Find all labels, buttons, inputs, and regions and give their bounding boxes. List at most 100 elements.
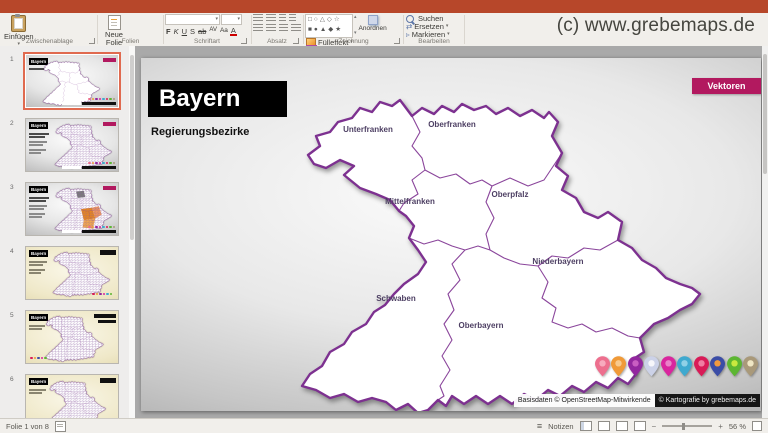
attribution-carto: © Kartografie by grebemaps.de bbox=[655, 394, 760, 407]
map-pin bbox=[727, 356, 742, 377]
ribbon-group-drawing: □○△◇☆ ■●▲◆★ ▴ ▾ Anordnen Fülleffekt▾ For… bbox=[305, 14, 402, 45]
slide-number: 3 bbox=[10, 184, 14, 191]
watermark-text: (c) www.grebemaps.de bbox=[557, 15, 755, 37]
slide-number: 4 bbox=[10, 248, 14, 255]
spellcheck-icon[interactable] bbox=[55, 421, 66, 432]
ribbon-group-editing: Suchen ⇄Ersetzen▾ ▹Markieren▾ Bearbeiten bbox=[406, 14, 462, 45]
chevron-down-icon: ▾ bbox=[446, 24, 449, 29]
reading-view-icon[interactable] bbox=[616, 421, 628, 431]
map-attribution: Basisdaten © OpenStreetMap-Mitwirkende ©… bbox=[514, 394, 760, 407]
map-pin bbox=[710, 356, 725, 377]
editor-scrollbar[interactable] bbox=[762, 46, 768, 418]
shapes-row: ■●▲◆★ bbox=[308, 25, 350, 35]
select-button[interactable]: ▹Markieren▾ bbox=[406, 31, 450, 38]
map-pin bbox=[611, 356, 626, 377]
indent-decrease-icon[interactable] bbox=[279, 14, 286, 21]
region-label: Oberpfalz bbox=[492, 190, 529, 199]
slide-counter: Folie 1 von 8 bbox=[6, 422, 49, 431]
find-button[interactable]: Suchen bbox=[406, 15, 450, 22]
zoom-in-button[interactable]: + bbox=[718, 422, 723, 431]
arrange-button[interactable]: Anordnen bbox=[359, 14, 387, 34]
slide-thumbnail-3[interactable]: Bayern bbox=[26, 183, 118, 235]
thumb-map bbox=[48, 380, 106, 418]
font-name-combobox[interactable]: ▾ bbox=[165, 14, 220, 25]
slide-thumbnail-6[interactable]: Bayern bbox=[26, 375, 118, 418]
thumb-title: Bayern bbox=[29, 186, 48, 193]
slide-thumbnail-2[interactable]: Bayern bbox=[26, 119, 118, 171]
zoom-out-button[interactable]: − bbox=[652, 422, 657, 431]
slide-sorter-view-icon[interactable] bbox=[598, 421, 610, 431]
region-label: Unterfranken bbox=[343, 125, 393, 134]
character-spacing-button[interactable]: AV bbox=[208, 27, 218, 36]
map-pin bbox=[743, 356, 758, 377]
zoom-slider[interactable] bbox=[662, 425, 712, 427]
slide-thumbnail-4[interactable]: Bayern bbox=[26, 247, 118, 299]
slide-number: 6 bbox=[10, 376, 14, 383]
slide-subtitle[interactable]: Regierungsbezirke bbox=[151, 126, 249, 138]
change-case-button[interactable]: Aa bbox=[219, 27, 229, 36]
bullets-icon[interactable] bbox=[253, 14, 263, 21]
justify-icon[interactable] bbox=[291, 24, 301, 31]
shapes-gallery[interactable]: □○△◇☆ ■●▲◆★ bbox=[305, 14, 353, 38]
chevron-down-icon: ▾ bbox=[447, 32, 450, 37]
ribbon-group-paragraph: Absatz bbox=[253, 14, 301, 45]
map-pin bbox=[694, 356, 709, 377]
italic-button[interactable]: K bbox=[173, 27, 180, 36]
notes-icon: ≡ bbox=[537, 421, 542, 431]
slide-number: 5 bbox=[10, 312, 14, 319]
font-color-button[interactable]: A bbox=[230, 27, 237, 36]
slide-number: 2 bbox=[10, 120, 14, 127]
notes-toggle[interactable]: Notizen bbox=[548, 422, 573, 431]
font-group-label: Schriftart bbox=[165, 38, 249, 45]
region-label: Oberfranken bbox=[428, 120, 476, 129]
scrollbar-thumb[interactable] bbox=[763, 54, 767, 174]
strikethrough-button[interactable]: ab bbox=[197, 27, 207, 36]
map-pin bbox=[661, 356, 676, 377]
align-center-icon[interactable] bbox=[266, 24, 276, 31]
fit-to-window-icon[interactable] bbox=[752, 421, 762, 431]
chevron-down-icon: ▾ bbox=[215, 17, 218, 22]
dialog-launcher-icon[interactable] bbox=[293, 38, 299, 44]
shapes-row: □○△◇☆ bbox=[308, 15, 350, 25]
dialog-launcher-icon[interactable] bbox=[241, 38, 247, 44]
vektoren-badge[interactable]: Vektoren bbox=[692, 78, 761, 94]
map-pin bbox=[677, 356, 692, 377]
new-slide-icon bbox=[108, 15, 121, 30]
numbering-icon[interactable] bbox=[266, 14, 276, 21]
map-pin bbox=[595, 356, 610, 377]
slides-group-label: Folien bbox=[99, 38, 162, 45]
align-left-icon[interactable] bbox=[253, 24, 263, 31]
dialog-launcher-icon[interactable] bbox=[89, 38, 95, 44]
normal-view-icon[interactable] bbox=[580, 421, 592, 431]
slide-title-box[interactable]: Bayern bbox=[148, 81, 287, 117]
arrange-icon bbox=[368, 15, 378, 25]
thumb-map bbox=[52, 251, 110, 297]
text-shadow-button[interactable]: S bbox=[189, 27, 196, 36]
bold-button[interactable]: F bbox=[165, 27, 172, 36]
zoom-level[interactable]: 56 % bbox=[729, 422, 746, 431]
slide-canvas[interactable]: Bayern Regierungsbezirke Vektoren Unterf… bbox=[141, 58, 761, 411]
underline-button[interactable]: U bbox=[181, 27, 188, 36]
window-titlebar bbox=[0, 0, 768, 13]
region-label: Schwaben bbox=[376, 294, 416, 303]
dialog-launcher-icon[interactable] bbox=[394, 38, 400, 44]
map-pin bbox=[628, 356, 643, 377]
gallery-up-icon[interactable]: ▴ bbox=[354, 14, 357, 20]
slide-thumbnail-5[interactable]: Bayern bbox=[26, 311, 118, 363]
gallery-down-icon[interactable]: ▾ bbox=[354, 30, 357, 36]
slideshow-view-icon[interactable] bbox=[634, 421, 646, 431]
paste-icon bbox=[11, 15, 26, 32]
map-pin bbox=[644, 356, 659, 377]
slide-thumbnail-1[interactable]: Bayern bbox=[26, 55, 118, 107]
map-pins-row[interactable] bbox=[595, 356, 759, 377]
clipboard-group-label: Zwischenablage bbox=[2, 38, 97, 45]
align-right-icon[interactable] bbox=[279, 24, 289, 31]
scrollbar-thumb[interactable] bbox=[130, 55, 134, 240]
indent-increase-icon[interactable] bbox=[289, 14, 296, 21]
font-size-combobox[interactable]: ▾ bbox=[221, 14, 242, 25]
thumb-title: Bayern bbox=[29, 250, 48, 257]
ribbon-group-font: ▾ ▾ F K U S ab AV Aa A Schriftart bbox=[165, 14, 249, 45]
zoom-slider-knob[interactable] bbox=[682, 423, 685, 430]
status-bar: Folie 1 von 8 ≡ Notizen − + 56 % bbox=[0, 418, 768, 433]
chevron-down-icon: ▾ bbox=[237, 17, 240, 22]
